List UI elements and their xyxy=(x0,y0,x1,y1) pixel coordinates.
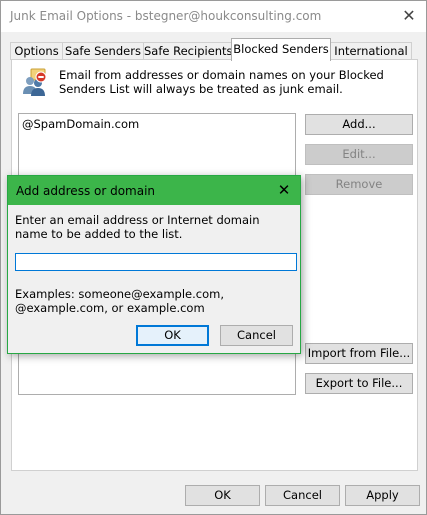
tab-options[interactable]: Options xyxy=(10,42,63,60)
export-to-file-button[interactable]: Export to File... xyxy=(305,373,413,394)
tab-safe-senders[interactable]: Safe Senders xyxy=(62,42,144,60)
edit-button[interactable]: Edit... xyxy=(305,144,413,165)
apply-button[interactable]: Apply xyxy=(345,485,420,506)
dialog-title: Add address or domain xyxy=(16,184,156,198)
dialog-ok-button[interactable]: OK xyxy=(136,325,209,346)
dialog-examples: Examples: someone@example.com, @example.… xyxy=(15,287,224,315)
add-address-dialog: Add address or domain ✕ Enter an email a… xyxy=(7,175,301,354)
ok-button[interactable]: OK xyxy=(185,485,260,506)
add-button[interactable]: Add... xyxy=(305,114,413,135)
dialog-cancel-button[interactable]: Cancel xyxy=(220,325,293,346)
remove-button[interactable]: Remove xyxy=(305,174,413,195)
import-from-file-button[interactable]: Import from File... xyxy=(305,343,413,364)
tab-blocked-senders[interactable]: Blocked Senders xyxy=(231,38,331,61)
address-input[interactable] xyxy=(15,253,297,271)
dialog-prompt: Enter an email address or Internet domai… xyxy=(15,213,260,241)
junk-email-options-window: Junk Email Options - bstegner@houkconsul… xyxy=(0,0,427,515)
dialog-close-icon[interactable]: ✕ xyxy=(274,180,294,200)
window-close-icon[interactable]: ✕ xyxy=(398,5,420,27)
window-title-bar: Junk Email Options - bstegner@houkconsul… xyxy=(1,1,426,32)
tab-safe-recipients[interactable]: Safe Recipients xyxy=(143,42,233,60)
cancel-button[interactable]: Cancel xyxy=(265,485,340,506)
blocked-senders-people-icon xyxy=(23,68,47,96)
dialog-title-bar: Add address or domain ✕ xyxy=(8,176,300,205)
window-title: Junk Email Options - bstegner@houkconsul… xyxy=(10,9,322,23)
tab-international[interactable]: International xyxy=(330,42,412,60)
list-item[interactable]: @SpamDomain.com xyxy=(22,117,139,131)
blocked-senders-description: Email from addresses or domain names on … xyxy=(59,68,384,96)
